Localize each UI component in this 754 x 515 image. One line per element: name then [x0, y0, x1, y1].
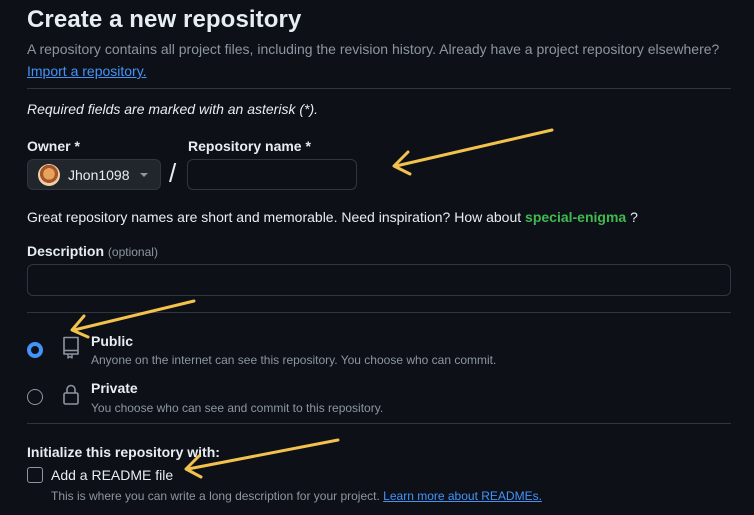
readme-description-text: This is where you can write a long descr…: [51, 489, 380, 503]
optional-tag: (optional): [107, 245, 158, 259]
learn-more-readmes-link[interactable]: Learn more about READMEs.: [383, 489, 542, 503]
import-repository-link[interactable]: Import a repository.: [27, 63, 147, 79]
private-radio[interactable]: [27, 389, 43, 405]
description-label-text: Description: [27, 243, 105, 259]
page-subtitle: A repository contains all project files,…: [27, 41, 720, 57]
owner-name: Jhon1098: [68, 166, 130, 183]
owner-repo-separator: /: [169, 158, 177, 188]
description-input[interactable]: [27, 264, 731, 296]
repository-name-input[interactable]: [187, 159, 357, 190]
owner-dropdown[interactable]: Jhon1098: [27, 159, 161, 190]
divider: [27, 312, 731, 313]
private-option-title: Private: [91, 380, 138, 396]
page-title: Create a new repository: [27, 6, 302, 33]
hint-text: Great repository names are short and mem…: [27, 209, 522, 225]
avatar: [38, 163, 60, 186]
arrow-to-public-option: [70, 299, 196, 339]
chevron-down-icon: [140, 173, 148, 177]
name-suggestion-hint: Great repository names are short and mem…: [27, 209, 638, 225]
add-readme-checkbox[interactable]: [27, 467, 43, 483]
private-option-description: You choose who can see and commit to thi…: [91, 401, 384, 415]
lock-icon: [63, 384, 79, 405]
owner-label: Owner *: [27, 138, 80, 154]
description-label: Description (optional): [27, 243, 158, 259]
repo-icon: [63, 336, 79, 359]
new-repository-page: Create a new repository A repository con…: [0, 0, 754, 515]
arrow-to-repository-name: [392, 128, 554, 176]
initialize-heading: Initialize this repository with:: [27, 444, 220, 460]
repository-name-label: Repository name *: [188, 138, 311, 154]
required-fields-note: Required fields are marked with an aster…: [27, 101, 319, 117]
readme-description: This is where you can write a long descr…: [51, 489, 542, 503]
public-option-description: Anyone on the internet can see this repo…: [91, 353, 497, 367]
public-radio[interactable]: [27, 342, 43, 358]
public-option-title: Public: [91, 333, 134, 349]
add-readme-label[interactable]: Add a README file: [51, 467, 173, 483]
divider: [27, 88, 731, 89]
hint-suffix: ?: [630, 209, 638, 225]
suggested-name-link[interactable]: special-enigma: [525, 209, 626, 225]
divider: [27, 423, 731, 424]
